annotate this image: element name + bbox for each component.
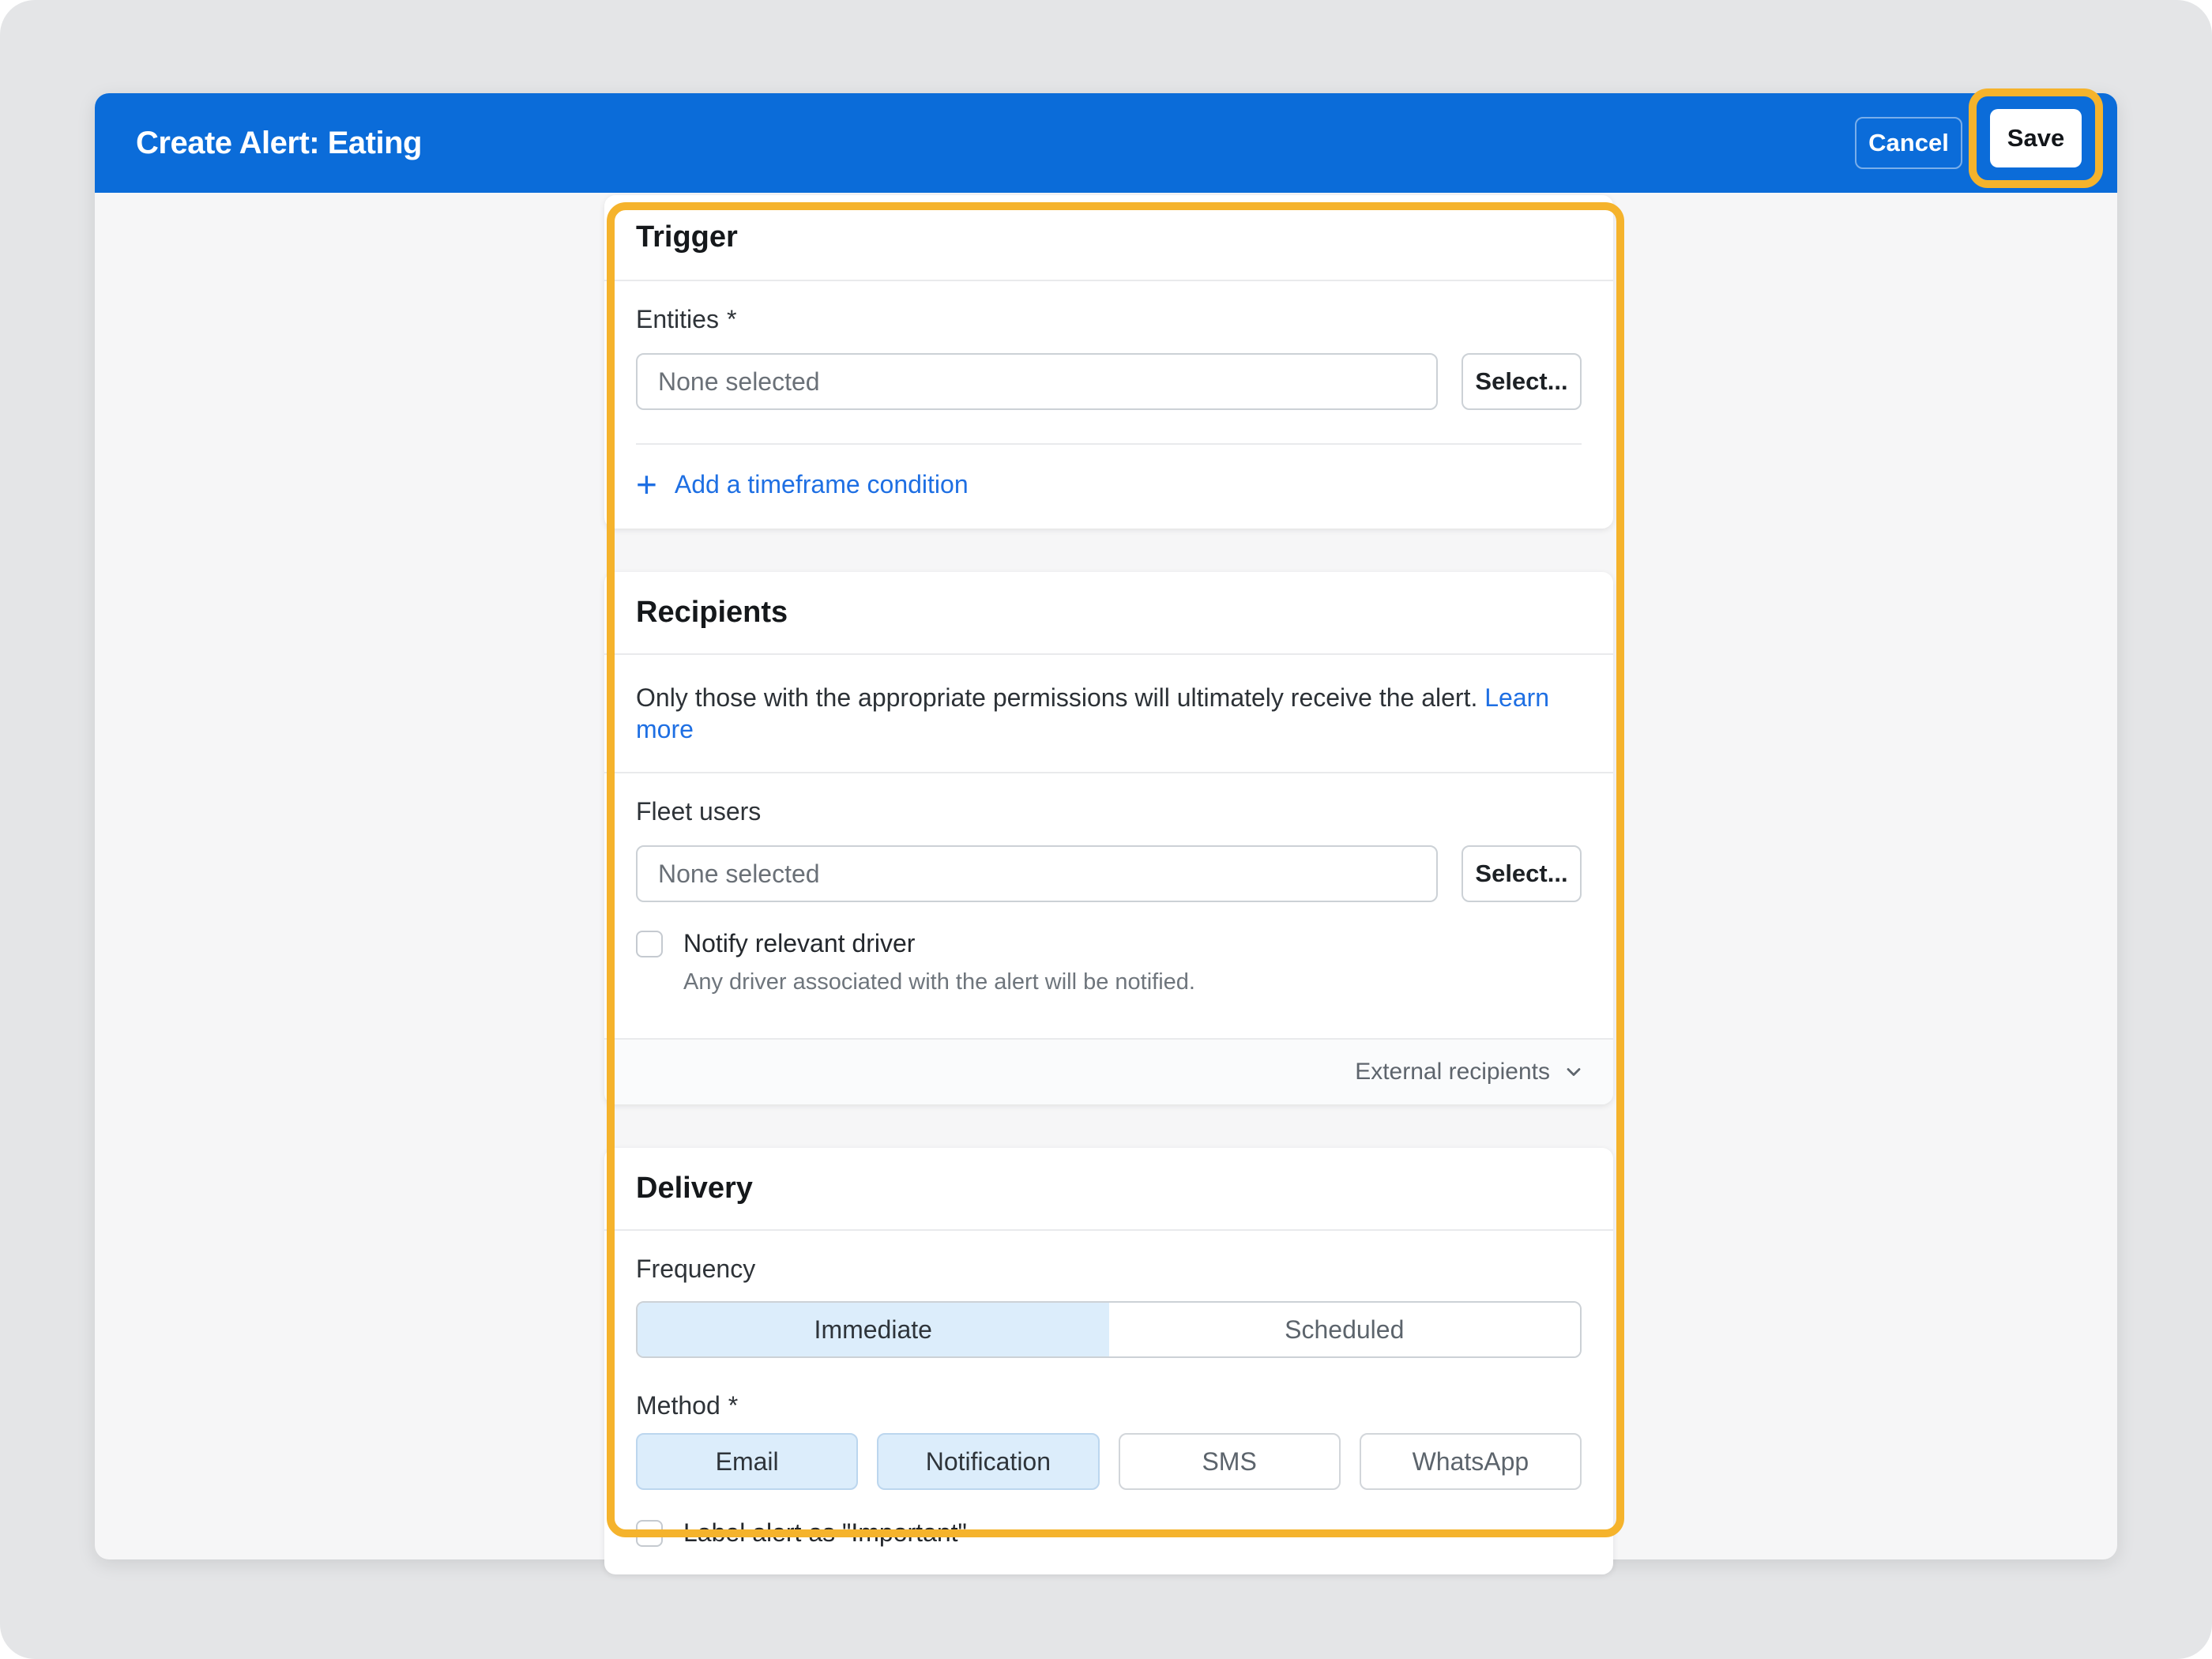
entities-label-text: Entities [636,305,719,333]
page-title: Create Alert: Eating [136,93,422,193]
annotation-highlight-save: Save [1969,88,2103,188]
permissions-text: Only those with the appropriate permissi… [636,683,1477,712]
permissions-info: Only those with the appropriate permissi… [604,655,1613,772]
external-recipients-label: External recipients [1355,1059,1550,1085]
frequency-option-scheduled[interactable]: Scheduled [1109,1303,1581,1356]
notify-driver-label: Notify relevant driver [683,929,915,958]
notify-driver-help: Any driver associated with the alert wil… [683,969,1582,995]
divider [604,1229,1613,1231]
notify-driver-row: Notify relevant driver [636,929,1582,958]
save-button[interactable]: Save [1990,109,2082,167]
fleet-users-select-button[interactable]: Select... [1462,845,1582,902]
entities-input[interactable] [636,353,1438,410]
trigger-heading: Trigger [604,195,1613,280]
entities-select-button[interactable]: Select... [1462,353,1582,410]
entities-label: Entities * [636,305,1582,334]
frequency-label: Frequency [636,1255,1582,1284]
delivery-section: Delivery Frequency Immediate Scheduled M… [604,1148,1613,1574]
entities-input-row: Select... [636,353,1582,410]
method-option-whatsapp[interactable]: WhatsApp [1360,1433,1582,1490]
add-timeframe-label: Add a timeframe condition [675,470,969,499]
external-recipients-toggle[interactable]: External recipients [604,1038,1613,1104]
form-column: Trigger Entities * Select... + Add a time… [604,195,1613,1618]
screenshot-background: Create Alert: Eating Cancel Save Trigger… [0,0,2212,1659]
frequency-segmented-control: Immediate Scheduled [636,1301,1582,1358]
add-timeframe-condition-link[interactable]: + Add a timeframe condition [636,445,1582,529]
notify-driver-checkbox[interactable] [636,931,663,957]
divider [604,772,1613,773]
fleet-users-input[interactable] [636,845,1438,902]
fleet-users-input-row: Select... [636,845,1582,902]
method-option-email[interactable]: Email [636,1433,858,1490]
recipients-body: Fleet users Select... Notify relevant dr… [604,797,1613,1038]
plus-icon: + [636,468,657,500]
method-option-sms[interactable]: SMS [1119,1433,1341,1490]
required-marker: * [728,1391,738,1420]
required-marker: * [727,305,736,333]
method-label-text: Method [636,1391,720,1420]
recipients-heading: Recipients [604,572,1613,653]
important-label: Label alert as "Important" [683,1518,967,1548]
important-checkbox[interactable] [636,1520,663,1547]
trigger-section: Trigger Entities * Select... + Add a time… [604,195,1613,529]
method-option-notification[interactable]: Notification [877,1433,1099,1490]
delivery-body: Frequency Immediate Scheduled Method * Em… [604,1255,1613,1574]
chevron-down-icon [1563,1061,1585,1083]
method-options-row: Email Notification SMS WhatsApp [636,1433,1582,1490]
recipients-section: Recipients Only those with the appropria… [604,572,1613,1104]
divider [604,280,1613,281]
delivery-heading: Delivery [604,1148,1613,1229]
frequency-option-immediate[interactable]: Immediate [638,1303,1109,1356]
create-alert-window: Create Alert: Eating Cancel Save Trigger… [95,93,2117,1559]
cancel-button[interactable]: Cancel [1855,117,1962,169]
fleet-users-label: Fleet users [636,797,1582,826]
app-bar: Create Alert: Eating Cancel Save [95,93,2117,193]
important-label-row: Label alert as "Important" [636,1518,1582,1548]
method-label: Method * [636,1391,1582,1420]
trigger-body: Entities * Select... + Add a timeframe co… [604,305,1613,529]
